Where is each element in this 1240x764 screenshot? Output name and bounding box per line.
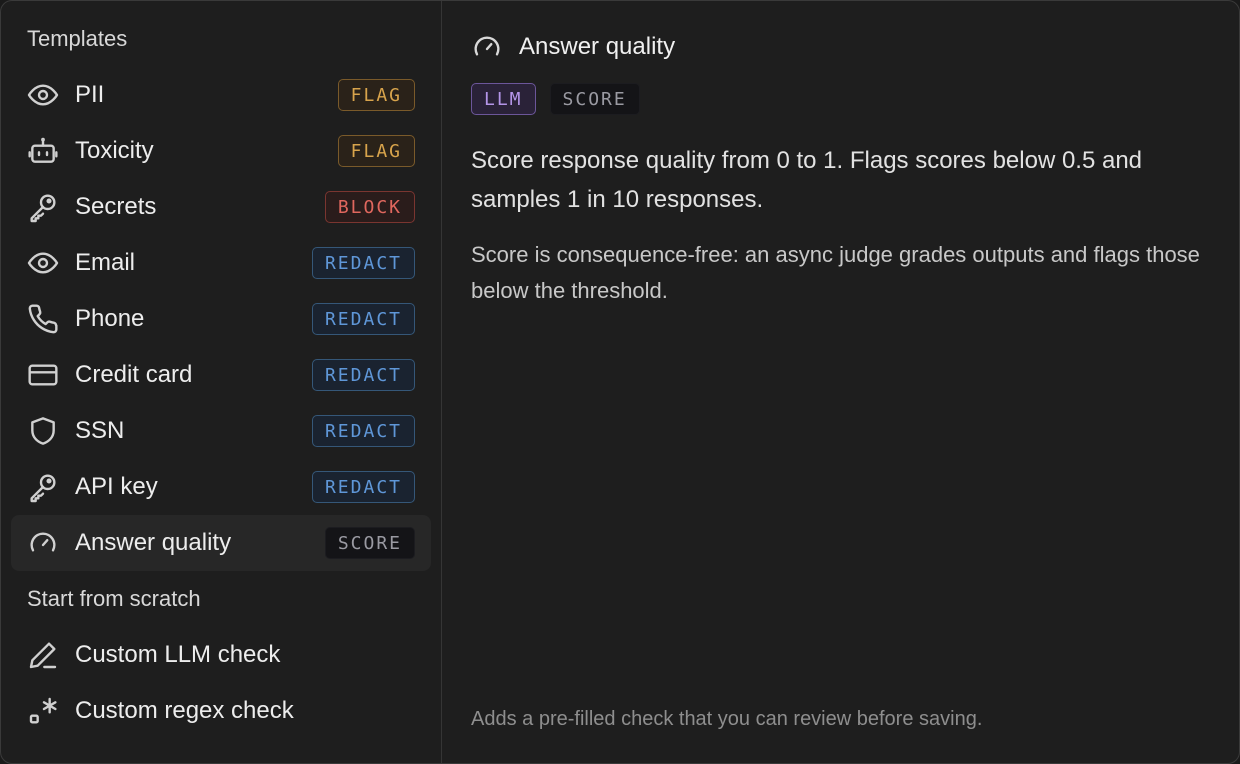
scratch-item-custom-llm-check[interactable]: Custom LLM check (11, 627, 431, 683)
action-badge: FLAG (337, 135, 415, 167)
phone-icon (27, 303, 59, 335)
template-item-credit-card[interactable]: Credit card REDACT (11, 347, 431, 403)
template-item-ssn[interactable]: SSN REDACT (11, 403, 431, 459)
eye-icon (27, 247, 59, 279)
detail-title: Answer quality (519, 33, 676, 60)
detail-tags: LLM SCORE (471, 83, 1209, 115)
template-item-api-key[interactable]: API key REDACT (11, 459, 431, 515)
scratch-item-custom-regex-check[interactable]: Custom regex check (11, 683, 431, 739)
template-item-label: Secrets (75, 193, 157, 220)
template-item-label: Answer quality (75, 529, 232, 556)
regex-icon (27, 695, 59, 727)
template-item-answer-quality[interactable]: Answer quality SCORE (11, 515, 431, 571)
template-item-label: Phone (75, 305, 145, 332)
shield-icon (27, 415, 59, 447)
key-icon (27, 471, 59, 503)
template-item-label: Email (75, 249, 136, 276)
templates-list: PII FLAG Toxicity FLAG Secrets BLOCK Email REDA… (11, 67, 431, 571)
detail-panel: Answer quality LLM SCORE Score response … (442, 1, 1239, 763)
action-badge: REDACT (311, 415, 415, 447)
key-icon (27, 191, 59, 223)
template-item-label: Credit card (75, 361, 193, 388)
tag-score: SCORE (549, 83, 640, 115)
action-badge: REDACT (311, 359, 415, 391)
template-item-label: Toxicity (75, 137, 154, 164)
action-badge: SCORE (324, 527, 415, 559)
template-item-email[interactable]: Email REDACT (11, 235, 431, 291)
action-badge: BLOCK (324, 191, 415, 223)
pencil-icon (27, 639, 59, 671)
detail-description: Score response quality from 0 to 1. Flag… (471, 147, 1143, 213)
scratch-item-label: Custom LLM check (75, 641, 281, 668)
template-item-toxicity[interactable]: Toxicity FLAG (11, 123, 431, 179)
template-item-pii[interactable]: PII FLAG (11, 67, 431, 123)
tag-llm: LLM (471, 83, 536, 115)
gauge-icon (27, 527, 59, 559)
templates-section-title: Templates (27, 26, 128, 51)
action-badge: REDACT (311, 303, 415, 335)
sidebar: Templates PII FLAG Toxicity FLAG Secrets BLOC… (1, 1, 442, 763)
template-item-secrets[interactable]: Secrets BLOCK (11, 179, 431, 235)
eye-icon (27, 79, 59, 111)
detail-footer: Adds a pre-filled check that you can rev… (471, 708, 983, 730)
detail-header: Answer quality (471, 31, 1209, 63)
template-item-label: API key (75, 473, 158, 500)
scratch-item-label: Custom regex check (75, 697, 294, 724)
template-item-phone[interactable]: Phone REDACT (11, 291, 431, 347)
template-item-label: PII (75, 81, 105, 108)
template-picker-window: Templates PII FLAG Toxicity FLAG Secrets BLOC… (0, 0, 1240, 764)
credit-card-icon (27, 359, 59, 391)
action-badge: REDACT (311, 471, 415, 503)
template-item-label: SSN (75, 417, 125, 444)
action-badge: FLAG (337, 79, 415, 111)
action-badge: REDACT (311, 247, 415, 279)
detail-note: Score is consequence-free: an async judg… (471, 242, 1200, 303)
gauge-icon (471, 31, 503, 63)
scratch-list: Custom LLM check Custom regex check (11, 627, 431, 739)
robot-icon (27, 135, 59, 167)
scratch-section-title: Start from scratch (27, 586, 201, 611)
